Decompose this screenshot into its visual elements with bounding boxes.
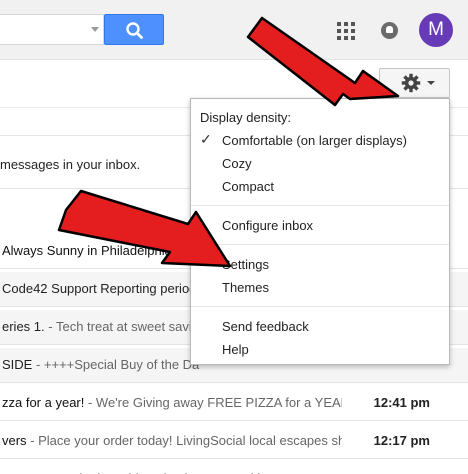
search-button[interactable]: [104, 14, 164, 45]
mail-sender-subject: Code42 Support Reporting period: [2, 281, 197, 296]
menu-item-themes[interactable]: Themes: [191, 276, 449, 299]
menu-item-label: Cozy: [222, 156, 252, 171]
mail-time: 12:41 pm: [373, 395, 430, 410]
inbox-info-text: messages in your inbox.: [0, 157, 141, 172]
menu-item-label: Settings: [222, 257, 269, 272]
menu-item-settings[interactable]: Settings: [191, 253, 449, 276]
mail-sender-subject: eries 1.: [2, 319, 45, 334]
settings-gear-button[interactable]: [379, 68, 450, 98]
menu-divider: [191, 306, 449, 307]
table-row[interactable]: vers - Place your order today! LivingSoc…: [0, 424, 468, 459]
mail-snippet: - We're Giving away FREE PIZZA for a YEA…: [84, 395, 342, 410]
mail-snippet: - Tech treat at sweet savin: [44, 319, 200, 334]
avatar[interactable]: M: [419, 13, 453, 47]
menu-item-label: Configure inbox: [222, 218, 314, 233]
table-row[interactable]: ow your guy the love this Valentine's Da…: [0, 462, 468, 474]
check-icon: ✓: [200, 131, 212, 147]
search-input[interactable]: [0, 14, 104, 45]
apps-grid-icon[interactable]: [337, 22, 355, 40]
mail-snippet: - Place your order today! LivingSocial l…: [26, 433, 342, 448]
menu-item-configure-inbox[interactable]: Configure inbox: [191, 214, 449, 237]
menu-divider: [191, 244, 449, 245]
mail-sender-subject: vers: [2, 433, 27, 448]
mail-subject: zza for a year! - We're Giving away FREE…: [2, 395, 342, 410]
menu-item-cozy[interactable]: Cozy: [191, 152, 449, 175]
mail-snippet: - ++++Special Buy of the Da: [32, 357, 200, 372]
menu-item-label: Compact: [222, 179, 275, 194]
top-header: M: [0, 0, 468, 60]
mail-time: 12:17 pm: [373, 433, 430, 448]
density-heading: Display density:: [200, 110, 292, 125]
menu-item-label: Themes: [222, 280, 269, 295]
search-icon: [126, 22, 143, 39]
menu-item-send-feedback[interactable]: Send feedback: [191, 315, 449, 338]
chevron-down-icon: [427, 81, 435, 85]
settings-menu: Display density: ✓ Comfortable (on large…: [190, 98, 450, 365]
mail-sender-subject: SIDE: [2, 357, 33, 372]
menu-item-help[interactable]: Help: [191, 338, 449, 361]
menu-divider: [191, 205, 449, 206]
menu-item-comfortable[interactable]: ✓ Comfortable (on larger displays): [191, 129, 449, 152]
mail-sender-subject: Always Sunny in Philadelphia: [2, 243, 172, 258]
menu-item-label: Comfortable (on larger displays): [222, 133, 407, 148]
search-options-caret-icon[interactable]: [91, 27, 99, 32]
mail-sender-subject: zza for a year!: [2, 395, 85, 410]
table-row[interactable]: zza for a year! - We're Giving away FREE…: [0, 386, 468, 421]
notifications-bell-icon[interactable]: [381, 22, 398, 39]
menu-item-label: Help: [222, 342, 249, 357]
gear-icon: [401, 73, 421, 93]
menu-item-label: Send feedback: [222, 319, 309, 334]
mail-subject: vers - Place your order today! LivingSoc…: [2, 433, 342, 448]
menu-item-compact[interactable]: Compact: [191, 175, 449, 198]
